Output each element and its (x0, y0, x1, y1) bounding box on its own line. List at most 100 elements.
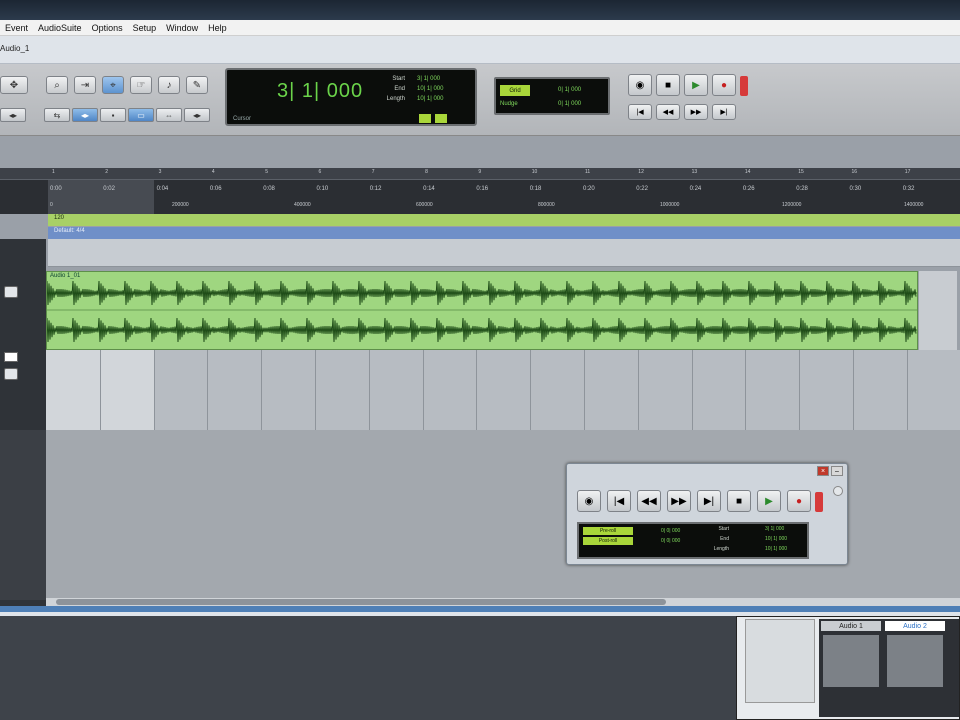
menu-options[interactable]: Options (87, 23, 128, 33)
menu-setup[interactable]: Setup (128, 23, 162, 33)
end-label: End (394, 86, 405, 92)
audio-region[interactable]: Audio 1_01 (46, 271, 918, 350)
samples-label: 1000000 (660, 202, 680, 208)
bar-label: 5 (265, 169, 268, 175)
rewind-button[interactable]: ◀◀ (656, 104, 680, 120)
pre-roll-label[interactable]: Pre-roll (583, 527, 633, 535)
scrubber-tool-icon[interactable]: ♪ (158, 76, 180, 94)
samples-label: 400000 (294, 202, 311, 208)
horizontal-scrollbar[interactable] (46, 598, 960, 606)
transport-counter[interactable]: Pre-roll Post-roll 0| 0| 000 0| 0| 000 S… (577, 522, 809, 559)
nudge-value[interactable]: 0| 1| 000 (558, 101, 581, 107)
time-label: 0:20 (583, 186, 595, 192)
link-icon[interactable] (435, 114, 447, 123)
mirror-midi-button[interactable]: ◂▸ (184, 108, 210, 122)
record-button[interactable]: ● (712, 74, 736, 96)
slip-mode-button[interactable]: ⇆ (44, 108, 70, 122)
window-title-bar: Audio_1 (0, 36, 960, 64)
grid-line (691, 350, 693, 430)
track2-playlist[interactable] (46, 350, 960, 430)
nudge-label[interactable]: Nudge (500, 101, 518, 107)
bar-label: 16 (851, 169, 858, 175)
post-roll-label[interactable]: Post-roll (583, 537, 633, 545)
minimize-icon[interactable]: – (831, 466, 843, 476)
track1-view-button[interactable] (4, 286, 18, 298)
grid-value[interactable]: 0| 1| 000 (558, 87, 581, 93)
grid-nudge-display[interactable]: Grid Nudge 0| 1| 000 0| 1| 000 (494, 77, 610, 115)
play-button[interactable]: ▶ (684, 74, 708, 96)
zoom-tool-icon[interactable]: ⌕ (46, 76, 68, 94)
shuffle-mode-button[interactable]: ◂▸ (0, 108, 26, 122)
close-icon[interactable]: × (817, 466, 829, 476)
bar-label: 7 (371, 169, 375, 175)
stop-button[interactable]: ■ (656, 74, 680, 96)
cursor-label: Cursor (233, 116, 252, 122)
transport-rewind-button[interactable]: ◀◀ (637, 490, 661, 512)
time-label: 0:14 (423, 186, 435, 192)
length-value[interactable]: 10| 1| 000 (417, 96, 443, 102)
track-empty-area[interactable] (919, 271, 957, 350)
menu-window[interactable]: Window (161, 23, 203, 33)
grabber-tool-icon[interactable]: ☞ (130, 76, 152, 94)
track2-select-button[interactable] (4, 352, 18, 362)
tab-to-transient-button[interactable]: ⇔ (156, 108, 182, 122)
scrollbar-thumb[interactable] (56, 599, 666, 605)
grid-line (207, 350, 209, 430)
meter-ruler[interactable]: Default: 4/4 (48, 227, 960, 239)
mix-window[interactable]: Audio 1 Audio 2 (736, 616, 960, 720)
link-timeline-button[interactable]: ▭ (128, 108, 154, 122)
transport-play-button[interactable]: ▶ (757, 490, 781, 512)
transport-online-button[interactable]: ◉ (577, 490, 601, 512)
channel-audio-1[interactable]: Audio 1 (821, 621, 881, 631)
main-counter-value: 3| 1| 000 (277, 80, 364, 102)
transport-record-button[interactable]: ● (787, 490, 811, 512)
grid-label[interactable]: Grid (500, 85, 530, 96)
channel-1-strip[interactable] (823, 635, 879, 687)
post-roll-value[interactable]: 0| 0| 000 (661, 538, 680, 544)
markers-ruler[interactable] (48, 239, 960, 267)
transport-record-indicator (815, 492, 823, 512)
mix-strip-area: Audio 1 Audio 2 (819, 619, 959, 717)
channel-2-strip[interactable] (887, 635, 943, 687)
selector-tool-icon[interactable]: ⌖ (102, 76, 124, 94)
grid-line (530, 350, 532, 430)
tempo-value: 120 (54, 215, 65, 221)
sync-icon[interactable] (419, 114, 431, 123)
rtz-button[interactable]: |◀ (628, 104, 652, 120)
start-value[interactable]: 3| 1| 000 (417, 76, 440, 82)
edit-mode-icon[interactable]: ✥ (0, 76, 28, 94)
bar-label: 1 (52, 169, 55, 175)
transport-rtz-button[interactable]: |◀ (607, 490, 631, 512)
fast-forward-button[interactable]: ▶▶ (684, 104, 708, 120)
samples-label: 1200000 (782, 202, 802, 208)
channel-audio-2[interactable]: Audio 2 (885, 621, 945, 631)
samples-label: 200000 (172, 202, 189, 208)
online-button[interactable]: ◉ (628, 74, 652, 96)
grid-mode-button[interactable]: ▪ (100, 108, 126, 122)
menu-audiosuite[interactable]: AudioSuite (33, 23, 87, 33)
transport-end-value[interactable]: 10| 1| 000 (765, 536, 787, 542)
pre-roll-value[interactable]: 0| 0| 000 (661, 528, 680, 534)
transport-length-value[interactable]: 10| 1| 000 (765, 546, 787, 552)
pencil-tool-icon[interactable]: ✎ (186, 76, 208, 94)
track2-view-button[interactable] (4, 368, 18, 380)
transport-stop-button[interactable]: ■ (727, 490, 751, 512)
time-label: 0:06 (209, 186, 222, 192)
spot-mode-button[interactable]: ◂▸ (72, 108, 98, 122)
transport-window[interactable]: × – ◉ |◀ ◀◀ ▶▶ ▶| ■ ▶ ● Pre-roll Post-ro… (566, 463, 848, 565)
transport-end-button[interactable]: ▶| (697, 490, 721, 512)
transport-ff-button[interactable]: ▶▶ (667, 490, 691, 512)
menu-event[interactable]: Event (0, 23, 33, 33)
time-label: 0:32 (902, 186, 915, 192)
record-indicator (740, 76, 748, 96)
go-to-end-button[interactable]: ▶| (712, 104, 736, 120)
tempo-ruler[interactable]: 120 (48, 214, 960, 226)
menu-help[interactable]: Help (203, 23, 232, 33)
trim-tool-icon[interactable]: ⇥ (74, 76, 96, 94)
time-label: 0:12 (369, 186, 382, 192)
transport-expand-icon[interactable] (833, 486, 843, 496)
waveform-channel-1 (47, 280, 917, 306)
end-value[interactable]: 10| 1| 000 (417, 86, 443, 92)
transport-start-value[interactable]: 3| 1| 000 (765, 526, 784, 532)
main-counter[interactable]: 3| 1| 000 Start End Length 3| 1| 000 10|… (225, 68, 477, 126)
